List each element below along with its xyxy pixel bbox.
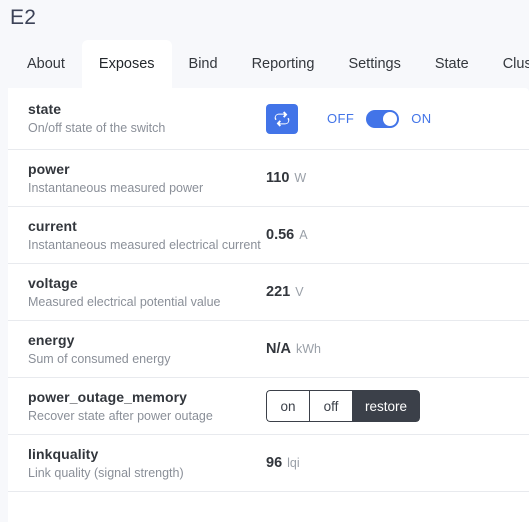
page-title: E2 — [10, 6, 37, 29]
expose-label-block: linkquality Link quality (signal strengt… — [28, 436, 266, 491]
expose-description: On/off state of the switch — [28, 121, 166, 135]
expose-value-energy: N/A kWh — [266, 341, 513, 357]
expose-name: state — [28, 101, 62, 117]
expose-value-linkquality: 96 lqi — [266, 455, 513, 471]
expose-row-voltage: voltage Measured electrical potential va… — [8, 264, 529, 321]
expose-row-energy: energy Sum of consumed energy N/A kWh — [8, 321, 529, 378]
expose-name: voltage — [28, 274, 78, 291]
tab-reporting[interactable]: Reporting — [235, 40, 332, 88]
expose-description: Measured electrical potential value — [28, 294, 221, 309]
expose-description: Instantaneous measured electrical curren… — [28, 237, 261, 252]
expose-unit: kWh — [295, 342, 321, 356]
toggle-knob — [383, 111, 398, 126]
tab-bind[interactable]: Bind — [172, 40, 235, 88]
expose-description: Sum of consumed energy — [28, 351, 171, 366]
expose-value-voltage: 221 V — [266, 284, 513, 300]
expose-unit: V — [295, 285, 304, 299]
device-exposes-page: E2 About Exposes Bind Reporting Settings… — [0, 0, 529, 522]
option-restore-button[interactable]: restore — [352, 390, 421, 422]
refresh-state-button[interactable] — [266, 103, 298, 134]
expose-name: linkquality — [28, 445, 99, 462]
expose-unit: W — [294, 171, 307, 185]
expose-value: N/A — [266, 341, 291, 357]
tab-bar: About Exposes Bind Reporting Settings St… — [0, 40, 529, 88]
tab-clusters[interactable]: Clusters — [486, 40, 529, 88]
expose-name: current — [28, 217, 77, 234]
state-toggle-switch[interactable] — [366, 109, 400, 128]
option-on-button[interactable]: on — [266, 390, 309, 422]
toggle-on-label[interactable]: ON — [411, 111, 431, 126]
power-outage-memory-button-group: on off restore — [266, 390, 421, 422]
expose-description: Instantaneous measured power — [28, 180, 204, 195]
expose-value: 110 — [266, 170, 290, 186]
expose-row-state: state On/off state of the switch OFF ON — [8, 88, 529, 150]
state-toggle-group: OFF ON — [327, 109, 432, 128]
expose-description: Recover state after power outage — [28, 408, 213, 423]
expose-unit: lqi — [287, 456, 300, 470]
option-off-button[interactable]: off — [309, 390, 352, 422]
expose-row-power: power Instantaneous measured power 110 W — [8, 150, 529, 207]
expose-name: energy — [28, 331, 75, 348]
expose-label-block: power_outage_memory Recover state after … — [28, 379, 266, 434]
expose-value-current: 0.56 A — [266, 227, 513, 243]
tab-exposes[interactable]: Exposes — [81, 40, 172, 88]
expose-name: power — [28, 160, 70, 177]
expose-label-block: power Instantaneous measured power — [28, 151, 266, 206]
expose-row-power-outage-memory: power_outage_memory Recover state after … — [8, 378, 529, 435]
expose-control-state: OFF ON — [266, 103, 513, 134]
expose-control-power-outage-memory: on off restore — [266, 390, 513, 422]
expose-row-current: current Instantaneous measured electrica… — [8, 207, 529, 264]
tab-state[interactable]: State — [418, 40, 486, 88]
expose-label-block: energy Sum of consumed energy — [28, 322, 266, 377]
expose-row-linkquality: linkquality Link quality (signal strengt… — [8, 435, 529, 492]
expose-name: power_outage_memory — [28, 388, 188, 405]
expose-value-power: 110 W — [266, 170, 513, 186]
expose-value: 221 — [266, 284, 291, 300]
tab-about[interactable]: About — [10, 40, 82, 88]
expose-label-block: state On/off state of the switch — [28, 91, 266, 146]
expose-unit: A — [299, 228, 308, 242]
expose-value: 0.56 — [266, 227, 295, 243]
expose-description: Link quality (signal strength) — [28, 465, 184, 480]
tab-settings[interactable]: Settings — [331, 40, 417, 88]
expose-value: 96 — [266, 455, 283, 471]
exposes-card: state On/off state of the switch OFF ON … — [8, 88, 529, 522]
expose-label-block: current Instantaneous measured electrica… — [28, 208, 266, 263]
toggle-off-label[interactable]: OFF — [327, 111, 354, 126]
sync-refresh-icon — [274, 110, 290, 127]
expose-label-block: voltage Measured electrical potential va… — [28, 265, 266, 320]
